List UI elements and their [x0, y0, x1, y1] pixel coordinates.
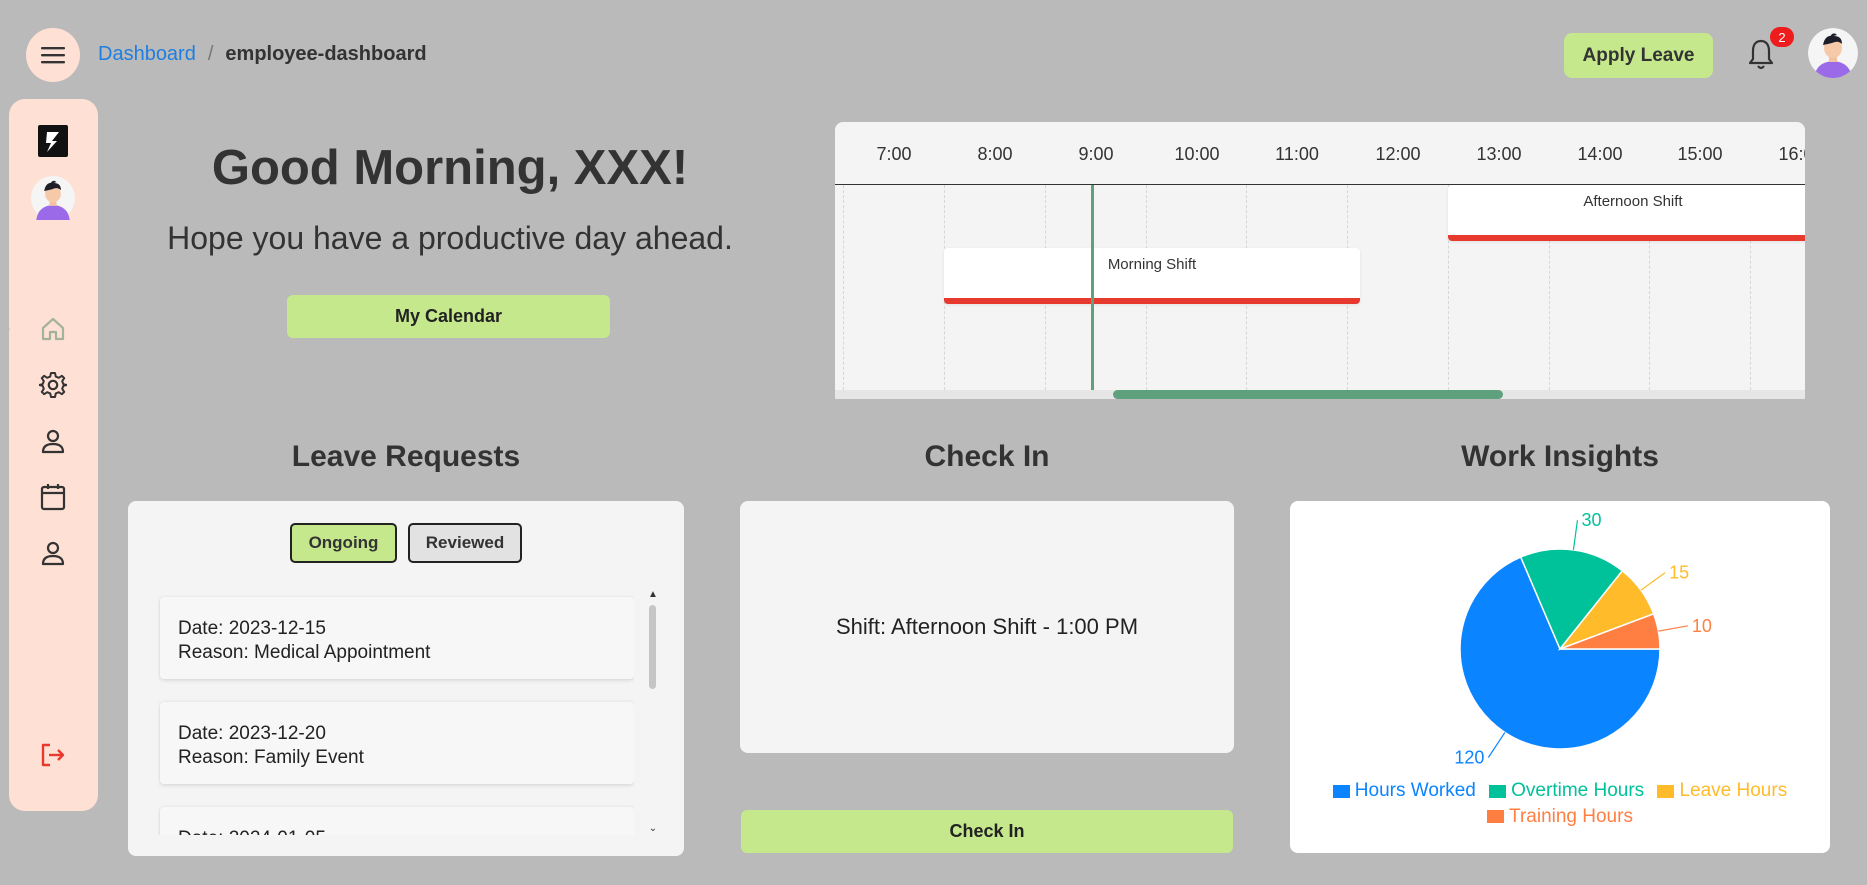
- user-avatar[interactable]: [1808, 28, 1858, 78]
- morning-shift-block[interactable]: Morning Shift: [944, 248, 1360, 304]
- pie-label-line: [1658, 625, 1689, 632]
- hour-label: 15:00: [1677, 144, 1723, 164]
- work-insights-pie-chart: 120 30 15 10: [1454, 510, 1712, 767]
- pie-value-label: 10: [1692, 616, 1712, 636]
- hour-label: 7:00: [876, 144, 912, 164]
- leave-requests-panel: Ongoing Reviewed Date: 2023-12-15 Reason…: [128, 501, 684, 856]
- legend-item[interactable]: Overtime Hours: [1489, 779, 1644, 803]
- hour-label: 11:00: [1275, 144, 1319, 164]
- check-in-panel: Shift: Afternoon Shift - 1:00 PM: [740, 501, 1234, 753]
- leave-list-scrollbar[interactable]: ▲ ⌄: [646, 589, 660, 835]
- chart-legend: Hours Worked Overtime Hours Leave Hours …: [1290, 779, 1830, 830]
- calendar-icon[interactable]: [37, 481, 69, 513]
- legend-label: Hours Worked: [1354, 780, 1476, 801]
- legend-swatch: [1657, 784, 1675, 798]
- apply-leave-button[interactable]: Apply Leave: [1564, 33, 1713, 78]
- leave-reason: Reason: Medical Appointment: [178, 642, 431, 663]
- shift-info: Shift: Afternoon Shift - 1:00 PM: [835, 614, 1139, 639]
- pie-value-label: 120: [1454, 747, 1484, 767]
- pie-value-label: 15: [1669, 563, 1689, 583]
- hour-label: 16:00: [1778, 144, 1805, 164]
- legend-item[interactable]: Leave Hours: [1657, 779, 1787, 803]
- menu-button[interactable]: [26, 28, 80, 82]
- hour-label: 14:00: [1577, 144, 1623, 164]
- scroll-thumb[interactable]: [649, 605, 656, 689]
- breadcrumb: Dashboard / employee-dashboard: [98, 43, 427, 66]
- current-time-indicator: [1091, 185, 1094, 391]
- leave-date: Date: 2024-01-05: [178, 827, 616, 835]
- pie-label-line: [1487, 732, 1506, 758]
- legend-label: Overtime Hours: [1511, 780, 1645, 801]
- hour-label: 8:00: [977, 144, 1013, 164]
- pie-label-line: [1572, 520, 1579, 550]
- shift-timeline: 7:00 8:00 9:00 10:00 11:00 12:00 13:00 1…: [835, 122, 1805, 399]
- scroll-down-icon[interactable]: ⌄: [646, 823, 660, 835]
- afternoon-shift-block[interactable]: Afternoon Shift: [1448, 185, 1805, 241]
- leave-request-item[interactable]: Date: 2024-01-05: [160, 807, 634, 835]
- timeline-hours-row: 7:00 8:00 9:00 10:00 11:00 12:00 13:00 1…: [835, 122, 1805, 185]
- leave-request-item[interactable]: Date: 2023-12-20 Reason: Family Event: [160, 702, 634, 784]
- my-calendar-button[interactable]: My Calendar: [287, 295, 610, 338]
- timeline-scroll-thumb[interactable]: [1113, 390, 1503, 399]
- home-icon[interactable]: [37, 313, 69, 345]
- leave-date: Date: 2023-12-20: [178, 723, 326, 744]
- scroll-up-icon[interactable]: ▲: [646, 589, 660, 601]
- notification-badge: 2: [1770, 27, 1794, 47]
- legend-label: Leave Hours: [1679, 780, 1788, 801]
- grid-line: [843, 185, 844, 395]
- greeting-subtitle: Hope you have a productive day ahead.: [167, 220, 733, 256]
- hour-label: 9:00: [1078, 144, 1114, 164]
- breadcrumb-separator: /: [207, 43, 214, 65]
- leave-request-item[interactable]: Date: 2023-12-15 Reason: Medical Appoint…: [160, 597, 634, 679]
- leave-request-list[interactable]: Date: 2023-12-15 Reason: Medical Appoint…: [158, 595, 634, 835]
- gear-icon[interactable]: [37, 369, 69, 401]
- user-icon[interactable]: [37, 425, 69, 457]
- sidebar-avatar[interactable]: [30, 175, 76, 221]
- pie-value-label: 30: [1581, 510, 1601, 530]
- tab-ongoing[interactable]: Ongoing: [290, 523, 397, 563]
- greeting-title: Good Morning, XXX!: [211, 141, 689, 195]
- legend-swatch: [1332, 784, 1350, 798]
- work-insights-title: Work Insights: [1461, 440, 1659, 473]
- leave-requests-title: Leave Requests: [291, 440, 521, 473]
- pie-label-line: [1640, 572, 1666, 591]
- logo-icon[interactable]: [37, 125, 69, 157]
- leave-date: Date: 2023-12-15: [178, 618, 326, 639]
- check-in-title: Check In: [924, 440, 1050, 473]
- sidebar: [0, 99, 98, 811]
- leave-reason: Reason: Family Event: [178, 747, 364, 768]
- check-in-button[interactable]: Check In: [741, 810, 1233, 853]
- legend-label: Training Hours: [1509, 805, 1633, 827]
- breadcrumb-dashboard-link[interactable]: Dashboard: [98, 43, 196, 66]
- legend-swatch: [1489, 784, 1507, 798]
- hamburger-icon: [41, 47, 65, 64]
- logout-icon[interactable]: [37, 739, 69, 771]
- hour-label: 12:00: [1375, 144, 1421, 164]
- legend-item[interactable]: Training Hours: [1487, 805, 1633, 829]
- tab-reviewed[interactable]: Reviewed: [408, 523, 522, 563]
- active-indicator: [0, 319, 10, 339]
- hour-label: 13:00: [1476, 144, 1522, 164]
- profile-icon[interactable]: [37, 537, 69, 569]
- legend-swatch: [1487, 810, 1505, 823]
- hour-label: 10:00: [1174, 144, 1220, 164]
- work-insights-panel: 120 30 15 10 Hours Worked Overtime Hours Le…: [1290, 501, 1830, 853]
- breadcrumb-current: employee-dashboard: [225, 43, 427, 65]
- legend-item[interactable]: Hours Worked: [1332, 779, 1476, 803]
